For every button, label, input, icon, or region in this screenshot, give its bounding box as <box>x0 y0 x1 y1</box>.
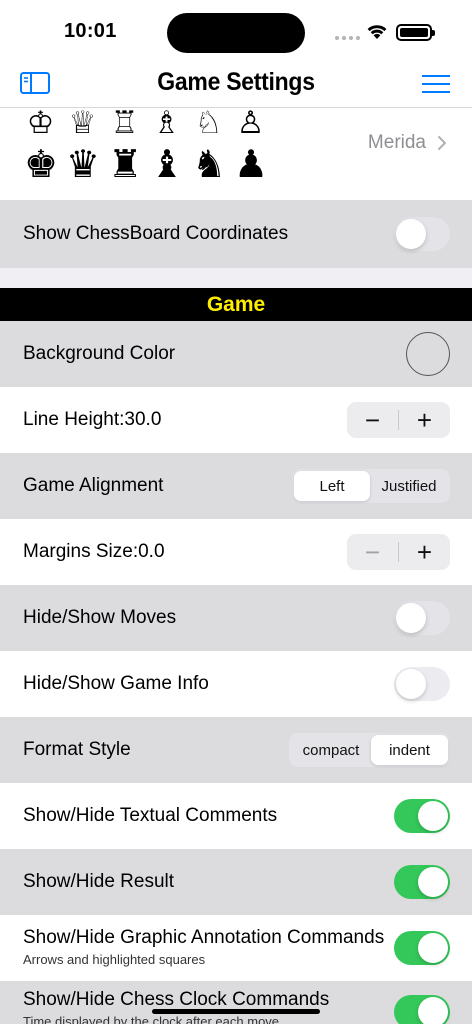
background-color-label: Background Color <box>23 343 176 364</box>
show-coordinates-toggle[interactable] <box>394 217 450 251</box>
textual-comments-row: Show/Hide Textual Comments <box>0 783 472 849</box>
background-color-row: Background Color <box>0 321 472 387</box>
margins-decrement-button[interactable]: − <box>347 534 398 570</box>
hide-game-info-row: Hide/Show Game Info <box>0 651 472 717</box>
format-style-label: Format Style <box>23 739 131 760</box>
hide-moves-label: Hide/Show Moves <box>23 607 177 628</box>
margins-increment-button[interactable]: + <box>399 534 450 570</box>
result-toggle[interactable] <box>394 865 450 899</box>
black-king-icon: ♚ <box>24 142 59 186</box>
alignment-left-segment[interactable]: Left <box>294 471 370 501</box>
game-alignment-row: Game Alignment Left Justified <box>0 453 472 519</box>
show-coordinates-row: Show ChessBoard Coordinates <box>0 200 472 268</box>
navigation-bar: Game Settings <box>0 62 472 108</box>
chess-clock-subtitle: Time displayed by the clock after each m… <box>23 1014 280 1024</box>
chess-clock-label: Show/Hide Chess Clock Commands <box>23 989 330 1010</box>
format-indent-segment[interactable]: indent <box>371 735 448 765</box>
white-bishop-icon: ♗ <box>152 105 181 141</box>
game-alignment-segmented: Left Justified <box>292 469 450 503</box>
black-pieces-preview: ♚ ♛ ♜ ♝ ♞ ♟ <box>24 142 269 186</box>
hide-moves-row: Hide/Show Moves <box>0 585 472 651</box>
black-bishop-icon: ♝ <box>150 142 185 186</box>
line-height-label: Line Height:30.0 <box>23 409 162 430</box>
line-height-decrement-button[interactable]: − <box>347 402 398 438</box>
format-compact-segment[interactable]: compact <box>291 735 371 765</box>
cellular-signal-icon <box>335 36 360 40</box>
graphic-annotation-toggle[interactable] <box>394 931 450 965</box>
white-knight-icon: ♘ <box>194 105 223 141</box>
piece-set-row[interactable]: ♔ ♕ ♖ ♗ ♘ ♙ ♚ ♛ ♜ ♝ ♞ ♟ Merida <box>0 108 472 200</box>
show-coordinates-label: Show ChessBoard Coordinates <box>23 223 289 244</box>
textual-comments-label: Show/Hide Textual Comments <box>23 805 278 826</box>
black-queen-icon: ♛ <box>66 142 101 186</box>
margins-size-label: Margins Size:0.0 <box>23 541 165 562</box>
black-rook-icon: ♜ <box>108 142 143 186</box>
home-indicator <box>152 1009 320 1014</box>
white-pieces-preview: ♔ ♕ ♖ ♗ ♘ ♙ <box>24 105 267 141</box>
format-style-segmented: compact indent <box>289 733 450 767</box>
graphic-annotation-subtitle: Arrows and highlighted squares <box>23 952 206 967</box>
alignment-justified-segment[interactable]: Justified <box>370 471 448 501</box>
menu-icon[interactable] <box>421 74 451 94</box>
dynamic-island <box>167 13 305 53</box>
game-section-header: Game <box>0 288 472 321</box>
white-queen-icon: ♕ <box>68 105 97 141</box>
black-pawn-icon: ♟ <box>234 142 269 186</box>
hide-game-info-toggle[interactable] <box>394 667 450 701</box>
white-king-icon: ♔ <box>26 105 55 141</box>
chess-clock-toggle[interactable] <box>394 995 450 1024</box>
graphic-annotation-row: Show/Hide Graphic Annotation Commands Ar… <box>0 915 472 981</box>
wifi-icon <box>367 25 387 39</box>
line-height-row: Line Height:30.0 − + <box>0 387 472 453</box>
margins-size-row: Margins Size:0.0 − + <box>0 519 472 585</box>
chess-clock-row: Show/Hide Chess Clock Commands Time disp… <box>0 981 472 1024</box>
section-spacer <box>0 268 472 288</box>
textual-comments-toggle[interactable] <box>394 799 450 833</box>
background-color-well[interactable] <box>406 332 450 376</box>
game-alignment-label: Game Alignment <box>23 475 164 496</box>
battery-icon <box>396 24 435 41</box>
chevron-right-icon <box>438 136 446 150</box>
result-label: Show/Hide Result <box>23 871 175 892</box>
white-rook-icon: ♖ <box>110 105 139 141</box>
line-height-increment-button[interactable]: + <box>399 402 450 438</box>
result-row: Show/Hide Result <box>0 849 472 915</box>
status-time: 10:01 <box>64 20 117 42</box>
hide-moves-toggle[interactable] <box>394 601 450 635</box>
piece-set-value: Merida <box>367 132 426 153</box>
line-height-stepper: − + <box>347 402 450 438</box>
page-title: Game Settings <box>157 68 315 96</box>
graphic-annotation-label: Show/Hide Graphic Annotation Commands <box>23 927 385 948</box>
format-style-row: Format Style compact indent <box>0 717 472 783</box>
black-knight-icon: ♞ <box>192 142 227 186</box>
status-bar: 10:01 <box>0 0 472 62</box>
margins-size-stepper: − + <box>347 534 450 570</box>
white-pawn-icon: ♙ <box>236 105 265 141</box>
hide-game-info-label: Hide/Show Game Info <box>23 673 209 694</box>
